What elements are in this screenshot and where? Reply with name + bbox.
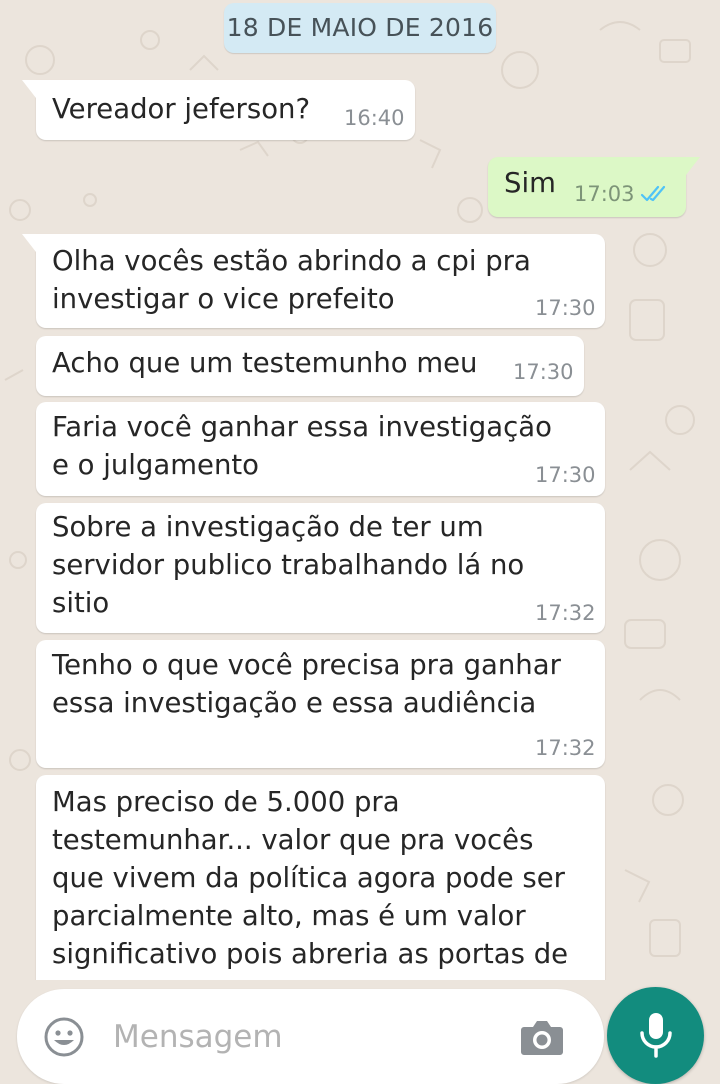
message-text-line: que vivem da política agora pode ser — [52, 862, 565, 894]
message-text-line: significativo pois abreria as portas de — [52, 938, 569, 970]
message-time: 17:03 — [574, 182, 635, 206]
message-text: Acho que um testemunho meu — [52, 347, 478, 379]
date-separator: 18 DE MAIO DE 2016 — [224, 3, 496, 53]
outgoing-message[interactable]: Sim 17:03 — [488, 157, 700, 217]
message-text-line: Tenho o que você precisa pra ganhar — [52, 649, 561, 681]
message-text: Vereador jeferson? — [52, 93, 311, 125]
message-text-line: Olha vocês estão abrindo a cpi pra — [52, 245, 531, 277]
message-text-line: investigar o vice prefeito — [52, 283, 395, 315]
incoming-message[interactable]: Mas preciso de 5.000 pra testemunhar... … — [36, 775, 605, 980]
incoming-message[interactable]: Sobre a investigação de ter um servidor … — [36, 503, 605, 633]
incoming-message[interactable]: Olha vocês estão abrindo a cpi pra inves… — [22, 234, 605, 328]
voice-record-button[interactable] — [607, 987, 704, 1084]
incoming-message[interactable]: Vereador jeferson? 16:40 — [22, 80, 415, 140]
message-text-line: essa investigação e essa audiência — [52, 687, 537, 719]
bubble-tail — [22, 234, 36, 252]
read-receipt-icon — [640, 185, 666, 202]
message-text-line: e o julgamento — [52, 449, 259, 481]
message-text: Sim — [504, 167, 556, 199]
message-time: 17:30 — [535, 463, 596, 487]
camera-icon[interactable] — [520, 1019, 564, 1057]
bubble-tail — [22, 80, 36, 98]
message-text-line: testemunhar... valor que pra vocês — [52, 824, 534, 856]
emoji-icon[interactable] — [43, 1016, 85, 1058]
message-text-line: servidor publico trabalhando lá no — [52, 549, 525, 581]
message-text-line: Faria você ganhar essa investigação — [52, 411, 552, 443]
incoming-message[interactable]: Faria você ganhar essa investigação e o … — [36, 402, 605, 496]
message-time: 17:30 — [535, 296, 596, 320]
incoming-message[interactable]: Tenho o que você precisa pra ganhar essa… — [36, 640, 605, 768]
incoming-message[interactable]: Acho que um testemunho meu 17:30 — [36, 336, 584, 396]
message-time: 17:30 — [513, 360, 574, 384]
message-composer[interactable]: Mensagem — [17, 989, 604, 1084]
message-text-line: sitio — [52, 587, 110, 619]
message-input[interactable]: Mensagem — [113, 1017, 283, 1057]
microphone-icon — [640, 1013, 672, 1058]
message-text-line: Sobre a investigação de ter um — [52, 511, 484, 543]
message-time: 17:32 — [535, 601, 596, 625]
message-time: 16:40 — [344, 106, 405, 130]
message-text-line: parcialmente alto, mas é um valor — [52, 900, 526, 932]
chat-area[interactable]: 18 DE MAIO DE 2016 Vereador jeferson? 16… — [0, 0, 720, 980]
message-time: 17:32 — [535, 736, 596, 760]
message-text-line: Mas preciso de 5.000 pra — [52, 786, 400, 818]
bubble-tail — [686, 157, 700, 175]
